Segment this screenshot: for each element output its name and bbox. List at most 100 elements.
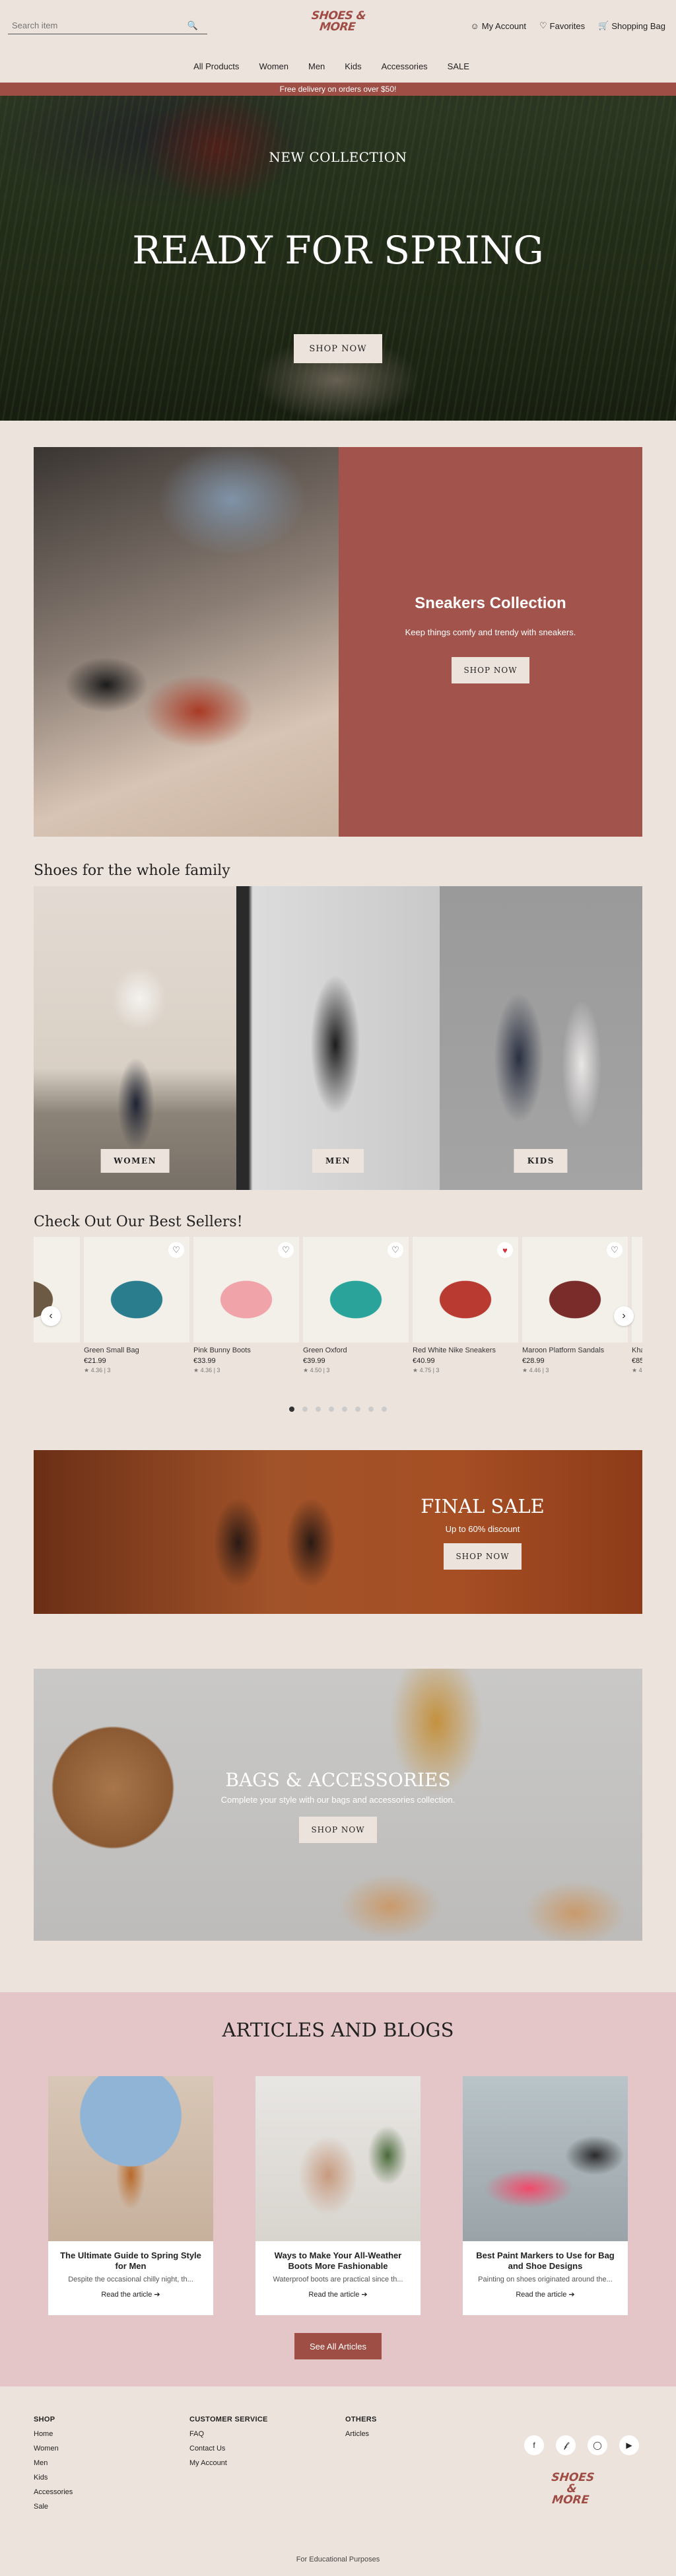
search-icon[interactable]: 🔍 (186, 20, 199, 31)
youtube-icon[interactable]: ▶ (619, 2435, 639, 2455)
product-name[interactable]: Boots (34, 1346, 80, 1354)
footer-link-sale[interactable]: Sale (34, 2503, 73, 2511)
read-article-link[interactable]: Read the article ➔ (463, 2290, 628, 2299)
product-rating: ★ 4.5 (632, 1367, 642, 1374)
product-price: €21.99 (84, 1357, 106, 1365)
footer-link-men[interactable]: Men (34, 2459, 73, 2467)
articles-heading: ARTICLES AND BLOGS (222, 2019, 454, 2041)
product-card[interactable]: ♥ Red White Nike Sneakers €40.99 ★ 4.75 | 3 (413, 1237, 518, 1374)
product-image[interactable]: ♡ (193, 1237, 299, 1342)
search-input[interactable] (8, 20, 186, 30)
favorite-heart-icon[interactable]: ♡ (278, 1242, 294, 1258)
nav-accessories[interactable]: Accessories (382, 61, 428, 71)
shopping-bag-link[interactable]: 🛒 Shopping Bag (598, 20, 665, 31)
bestsellers-heading: Check Out Our Best Sellers! (34, 1214, 243, 1230)
carousel-dot[interactable] (302, 1407, 308, 1412)
category-women-label[interactable]: WOMEN (100, 1149, 170, 1173)
main-nav: All Products Women Men Kids Accessories … (0, 61, 676, 71)
product-card[interactable]: ♡ Pink Bunny Boots €33.99 ★ 4.36 | 3 (193, 1237, 299, 1374)
product-name[interactable]: Green Oxford (303, 1346, 409, 1354)
facebook-icon[interactable]: f (524, 2435, 544, 2455)
carousel-dot[interactable] (382, 1407, 387, 1412)
category-men[interactable]: MEN (236, 886, 440, 1190)
footer-link-accessories[interactable]: Accessories (34, 2488, 73, 2496)
category-men-label[interactable]: MEN (312, 1149, 364, 1173)
read-article-link[interactable]: Read the article ➔ (255, 2290, 421, 2299)
product-name[interactable]: Maroon Platform Sandals (522, 1346, 628, 1354)
hero-title: READY FOR SPRING (132, 228, 544, 273)
footer-link-account[interactable]: My Account (189, 2459, 268, 2467)
article-excerpt: Painting on shoes originated around the.… (478, 2276, 613, 2283)
carousel-dot[interactable] (289, 1407, 294, 1412)
sneakers-shop-now-button[interactable]: SHOP NOW (452, 656, 529, 683)
my-account-link[interactable]: ☺ My Account (471, 20, 526, 31)
footer-logo[interactable]: SHOES & MORE (543, 2471, 599, 2507)
product-image[interactable]: ♡ (303, 1237, 409, 1342)
carousel-dot[interactable] (342, 1407, 347, 1412)
nav-all-products[interactable]: All Products (193, 61, 239, 71)
favorite-heart-icon[interactable]: ♥ (497, 1242, 513, 1258)
product-card[interactable]: ♡ Green Oxford €39.99 ★ 4.50 | 3 (303, 1237, 409, 1374)
final-sale-text: Up to 60% discount (445, 1524, 520, 1534)
search-bar: 🔍 (8, 17, 207, 34)
article-title: The Ultimate Guide to Spring Style for M… (60, 2250, 201, 2271)
final-sale-shop-now-button[interactable]: SHOP NOW (444, 1543, 522, 1570)
product-image[interactable]: ♡ (84, 1237, 189, 1342)
instagram-icon[interactable]: ◯ (588, 2435, 607, 2455)
footer-link-women[interactable]: Women (34, 2445, 73, 2453)
category-kids-label[interactable]: KIDS (514, 1149, 568, 1173)
hero-shop-now-button[interactable]: SHOP NOW (294, 334, 382, 363)
product-card[interactable]: ♡ Maroon Platform Sandals €28.99 ★ 4.46 | 3 (522, 1237, 628, 1374)
product-rating: ★ 4.75 | 3 (413, 1367, 440, 1374)
carousel-dot[interactable] (355, 1407, 360, 1412)
carousel-dot[interactable] (329, 1407, 334, 1412)
carousel-prev-button[interactable]: ‹ (41, 1306, 61, 1326)
product-name[interactable]: Pink Bunny Boots (193, 1346, 299, 1354)
product-card[interactable]: ♡ Green Small Bag €21.99 ★ 4.36 | 3 (84, 1237, 189, 1374)
hero-banner: NEW COLLECTION READY FOR SPRING SHOP NOW (0, 96, 676, 421)
product-card[interactable]: ♡ Khaki €85.9 ★ 4.5 (632, 1237, 642, 1374)
product-image[interactable] (34, 1237, 80, 1342)
category-women[interactable]: WOMEN (34, 886, 237, 1190)
logo[interactable]: SHOES & MORE (308, 9, 368, 34)
article-card[interactable]: Ways to Make Your All-Weather Boots More… (255, 2076, 421, 2315)
read-article-link[interactable]: Read the article ➔ (48, 2290, 213, 2299)
favorites-label: Favorites (549, 20, 586, 31)
bags-shop-now-button[interactable]: SHOP NOW (299, 1817, 377, 1843)
footer-logo-line-1: SHOES & (551, 2471, 595, 2495)
product-name[interactable]: Green Small Bag (84, 1346, 189, 1354)
footer-link-kids[interactable]: Kids (34, 2474, 73, 2482)
twitter-icon[interactable]: 𝓯 (556, 2435, 576, 2455)
product-image[interactable]: ♡ (632, 1237, 642, 1342)
see-all-articles-button[interactable]: See All Articles (294, 2333, 382, 2359)
product-name[interactable]: Red White Nike Sneakers (413, 1346, 518, 1354)
carousel-dot[interactable] (368, 1407, 374, 1412)
article-card[interactable]: Best Paint Markers to Use for Bag and Sh… (463, 2076, 628, 2315)
footer-link-faq[interactable]: FAQ (189, 2430, 268, 2438)
nav-women[interactable]: Women (259, 61, 288, 71)
favorite-heart-icon[interactable]: ♡ (607, 1242, 623, 1258)
sneakers-text: Keep things comfy and trendy with sneake… (405, 627, 576, 637)
favorite-heart-icon[interactable]: ♡ (168, 1242, 184, 1258)
favorites-link[interactable]: ♡ Favorites (539, 20, 585, 31)
footer-link-home[interactable]: Home (34, 2430, 73, 2438)
product-image[interactable]: ♡ (522, 1237, 628, 1342)
product-name[interactable]: Khaki (632, 1346, 642, 1354)
article-image (255, 2076, 421, 2241)
nav-kids[interactable]: Kids (345, 61, 361, 71)
carousel-next-button[interactable]: › (614, 1306, 634, 1326)
article-card[interactable]: The Ultimate Guide to Spring Style for M… (48, 2076, 213, 2315)
footer-others-title: OTHERS (345, 2416, 377, 2423)
nav-sale[interactable]: SALE (448, 61, 469, 71)
favorite-heart-icon[interactable]: ♡ (388, 1242, 403, 1258)
article-excerpt: Waterproof boots are practical since th.… (273, 2276, 403, 2283)
carousel-dot[interactable] (316, 1407, 321, 1412)
category-kids[interactable]: KIDS (439, 886, 642, 1190)
final-sale-banner: FINAL SALE Up to 60% discount SHOP NOW (34, 1450, 642, 1614)
product-card[interactable]: Boots (34, 1237, 80, 1374)
nav-men[interactable]: Men (308, 61, 325, 71)
product-image[interactable]: ♥ (413, 1237, 518, 1342)
footer-link-articles[interactable]: Articles (345, 2430, 377, 2438)
site-header: 🔍 SHOES & MORE ☺ My Account ♡ Favorites … (0, 0, 676, 53)
footer-link-contact[interactable]: Contact Us (189, 2445, 268, 2453)
